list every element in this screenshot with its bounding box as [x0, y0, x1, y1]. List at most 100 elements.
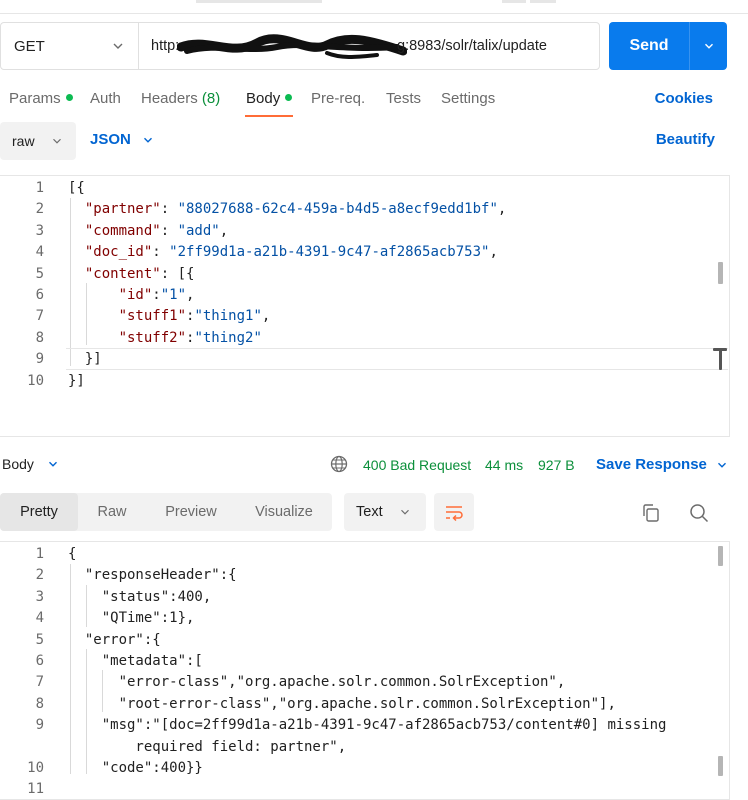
line-number: 7 — [35, 308, 44, 325]
code-line[interactable]: 10}] — [0, 371, 720, 392]
line-number: 2 — [35, 567, 44, 584]
wrap-lines-icon — [446, 506, 463, 521]
tab-tests[interactable]: Tests — [386, 90, 421, 107]
code-line[interactable]: required field: partner", — [0, 737, 720, 758]
code-line[interactable]: 9 }] — [0, 349, 720, 370]
code-text: "status":400, — [68, 588, 212, 605]
code-line[interactable]: 10 "code":400}} — [0, 758, 720, 779]
view-tab-visualize[interactable]: Visualize — [236, 493, 332, 531]
body-type-select[interactable]: raw — [0, 122, 76, 160]
tab-auth[interactable]: Auth — [90, 90, 121, 107]
view-tab-pretty[interactable]: Pretty — [0, 493, 78, 531]
tab-label: Auth — [90, 90, 121, 107]
tab-body[interactable]: Body — [246, 90, 293, 107]
code-line[interactable]: 4 "doc_id": "2ff99d1a-a21b-4391-9c47-af2… — [0, 242, 720, 263]
tab-params[interactable]: Params — [9, 90, 73, 107]
line-number: 9 — [35, 717, 44, 734]
url-suffix: g:8983/solr/talix/update — [397, 38, 547, 54]
line-number: 2 — [35, 201, 44, 218]
code-text: "partner": "88027688-62c4-459a-b4d5-a8ec… — [84, 201, 507, 218]
code-line[interactable]: 1 [{ — [0, 178, 720, 199]
code-text: }] — [84, 351, 102, 368]
code-line[interactable]: 2 "partner": "88027688-62c4-459a-b4d5-a8… — [0, 199, 720, 220]
code-text: "command": "add", — [84, 222, 229, 239]
method-select[interactable]: GET — [1, 23, 139, 69]
cookies-link[interactable]: Cookies — [655, 90, 713, 107]
globe-icon[interactable] — [330, 455, 348, 473]
line-number: 8 — [35, 329, 44, 346]
request-body-editor[interactable]: 1 [{2 "partner": "88027688-62c4-459a-b4d5… — [0, 175, 730, 437]
send-button[interactable]: Send — [609, 22, 727, 70]
code-line[interactable]: 6 "metadata":[ — [0, 651, 720, 672]
code-line[interactable]: 4 "QTime":1}, — [0, 608, 720, 629]
url-input[interactable]: http: g:8983/solr/talix/update — [139, 23, 599, 69]
view-tab-preview[interactable]: Preview — [146, 493, 236, 531]
code-line[interactable]: 7 "error-class","org.apache.solr.common.… — [0, 672, 720, 693]
tab-label: Tests — [386, 90, 422, 107]
code-text: "error":{ — [68, 631, 161, 648]
beautify-button[interactable]: Beautify — [656, 131, 715, 148]
code-text: "stuff2":"thing2" — [118, 329, 262, 346]
redaction-scribble — [177, 34, 407, 59]
code-line[interactable]: 7 "stuff1":"thing1", — [0, 306, 720, 327]
active-tab-indicator — [245, 115, 293, 117]
code-line[interactable]: 3 "command": "add", — [0, 221, 720, 242]
code-text: [{ — [68, 180, 85, 196]
save-response-label: Save Response — [596, 456, 707, 473]
code-line[interactable]: 2 "responseHeader":{ — [0, 565, 720, 586]
tab-label: Body — [246, 90, 281, 107]
response-body-viewer[interactable]: 1{2 "responseHeader":{3 "status":400, 4 "… — [0, 541, 730, 800]
tab-label: Params — [9, 90, 61, 107]
response-section-toggle[interactable]: Body — [2, 456, 60, 472]
body-format-select[interactable]: JSON — [90, 131, 155, 148]
copy-icon[interactable] — [640, 502, 662, 524]
url-prefix: http: — [151, 38, 180, 54]
response-status[interactable]: 400 Bad Request — [363, 457, 471, 473]
code-text: "responseHeader":{ — [68, 567, 237, 584]
send-label: Send — [629, 37, 669, 54]
code-line[interactable]: 3 "status":400, — [0, 587, 720, 608]
code-line[interactable]: 5 "content": [{ — [0, 264, 720, 285]
tab-headers[interactable]: Headers (8) — [141, 90, 220, 107]
code-text: required field: partner", — [68, 738, 347, 755]
code-line[interactable]: 8 "root-error-class","org.apache.solr.co… — [0, 694, 720, 715]
line-number: 1 — [35, 546, 44, 562]
code-line[interactable]: 11 — [0, 779, 720, 800]
search-icon[interactable] — [688, 502, 710, 524]
response-size[interactable]: 927 B — [538, 457, 575, 473]
code-line[interactable]: 6 "id":"1", — [0, 285, 720, 306]
code-text: { — [68, 546, 77, 562]
code-text: "error-class","org.apache.solr.common.So… — [68, 674, 566, 691]
line-number: 6 — [35, 653, 44, 669]
send-options-button[interactable] — [690, 39, 727, 53]
code-text: "doc_id": "2ff99d1a-a21b-4391-9c47-af286… — [84, 244, 498, 261]
tab-label: Headers — [141, 90, 198, 107]
chevron-down-icon — [401, 509, 409, 515]
code-text: }] — [68, 372, 85, 389]
code-text: "content": [{ — [84, 265, 195, 282]
line-number: 4 — [35, 244, 44, 261]
line-number: 9 — [35, 351, 44, 368]
response-format-select[interactable]: Text — [344, 493, 426, 531]
code-text: "metadata":[ — [68, 653, 203, 669]
line-number: 3 — [35, 222, 44, 239]
code-line[interactable]: 1{ — [0, 544, 720, 565]
request-tabs: Params Auth Headers (8) Body Pre-req. Te… — [0, 86, 748, 118]
wrap-lines-button[interactable] — [434, 493, 474, 531]
code-text: "QTime":1}, — [68, 610, 195, 627]
tab-settings[interactable]: Settings — [441, 90, 495, 107]
response-format-label: Text — [356, 504, 383, 520]
tab-pre-request[interactable]: Pre-req. — [311, 90, 365, 107]
code-text: "root-error-class","org.apache.solr.comm… — [68, 695, 616, 712]
save-response-button[interactable]: Save Response — [596, 456, 729, 473]
view-tab-raw[interactable]: Raw — [78, 493, 146, 531]
line-number: 7 — [35, 674, 44, 691]
response-time[interactable]: 44 ms — [485, 457, 523, 473]
code-line[interactable]: 8 "stuff2":"thing2" — [0, 328, 720, 349]
headers-count: (8) — [201, 90, 221, 107]
code-line[interactable]: 9 "msg":"[doc=2ff99d1a-a21b-4391-9c47-af… — [0, 715, 720, 736]
response-section-label: Body — [2, 456, 34, 472]
code-line[interactable]: 5 "error":{ — [0, 630, 720, 651]
chevron-down-icon — [704, 43, 713, 49]
code-text: "msg":"[doc=2ff99d1a-a21b-4391-9c47-af28… — [68, 717, 667, 734]
